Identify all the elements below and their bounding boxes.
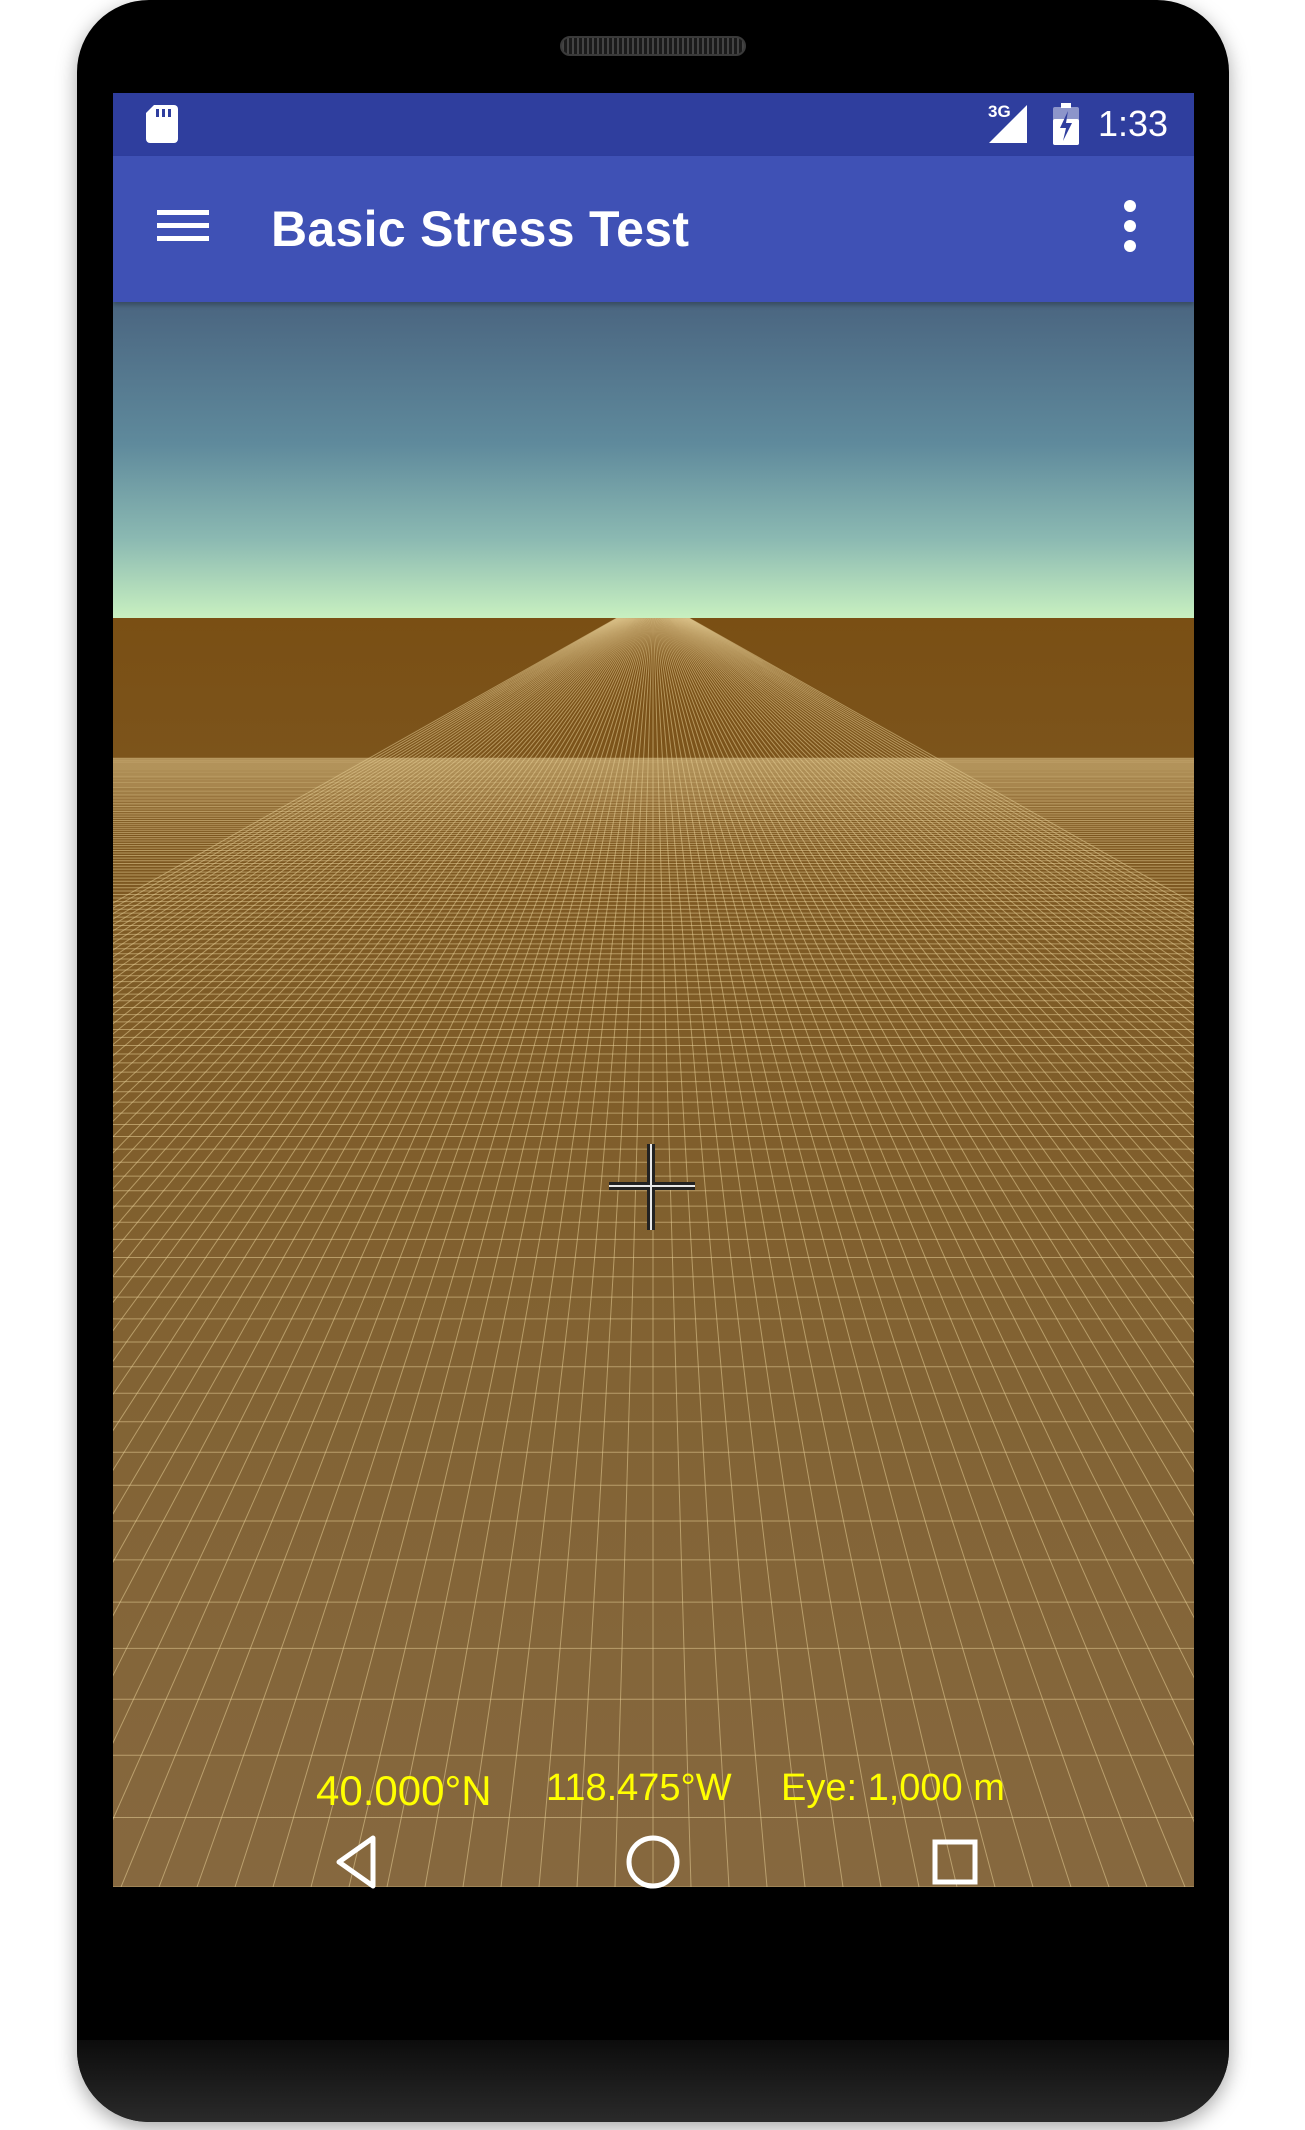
app-bar: Basic Stress Test — [113, 156, 1194, 302]
sky — [113, 302, 1194, 618]
eye-altitude-readout: Eye: 1,000 m — [781, 1767, 1005, 1809]
status-clock: 1:33 — [1098, 103, 1169, 144]
terrain-grid — [113, 618, 1194, 1887]
status-bar: 3G 1:33 — [113, 93, 1194, 156]
battery-icon — [1053, 103, 1079, 145]
home-icon[interactable] — [621, 1830, 685, 1894]
sd-card-icon — [146, 105, 178, 143]
globe-view[interactable]: 40.000°N 118.475°W Eye: 1,000 m — [113, 302, 1194, 1887]
app-title: Basic Stress Test — [271, 201, 690, 257]
crosshair-icon — [609, 1144, 695, 1230]
signal-icon — [989, 105, 1027, 143]
overflow-menu-icon[interactable] — [1123, 199, 1137, 253]
recents-icon[interactable] — [923, 1830, 987, 1894]
longitude-readout: 118.475°W — [546, 1767, 732, 1809]
screen: 3G 1:33 Basic Stress Test 40.000°N 118.4… — [113, 93, 1194, 1887]
menu-icon[interactable] — [157, 206, 209, 246]
phone-frame-bottom — [77, 2040, 1229, 2122]
back-icon[interactable] — [325, 1830, 389, 1894]
earpiece-speaker — [560, 36, 746, 56]
latitude-readout: 40.000°N — [316, 1767, 492, 1814]
coordinates-overlay: 40.000°N 118.475°W Eye: 1,000 m — [113, 1767, 1194, 1817]
